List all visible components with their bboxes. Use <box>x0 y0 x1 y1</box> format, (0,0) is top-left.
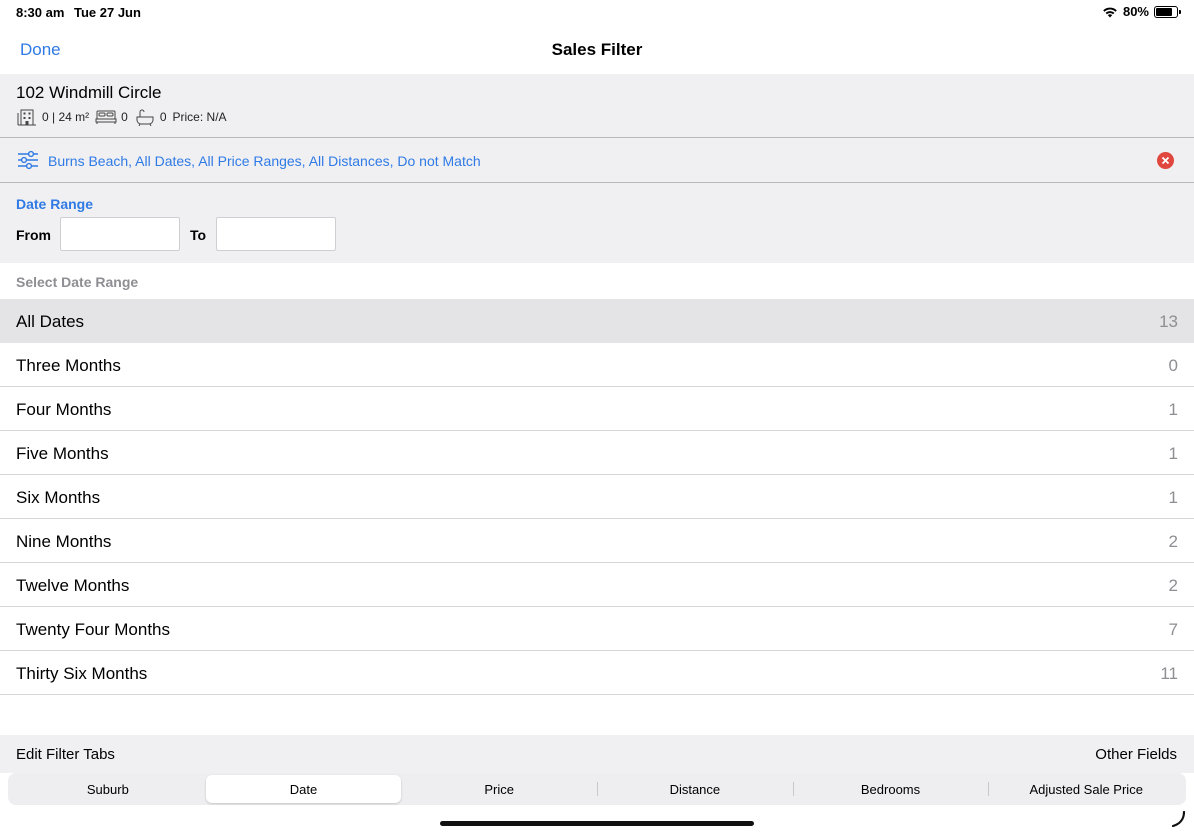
list-item[interactable]: Five Months 1 <box>0 431 1194 475</box>
range-label: Nine Months <box>16 532 112 551</box>
to-date-input[interactable] <box>216 217 336 251</box>
filter-summary-text: Burns Beach, All Dates, All Price Ranges… <box>48 153 481 169</box>
range-label: Six Months <box>16 488 101 507</box>
list-item[interactable]: Six Months 1 <box>0 475 1194 519</box>
property-address: 102 Windmill Circle <box>16 83 162 102</box>
edit-filter-tabs-button[interactable]: Edit Filter Tabs <box>16 746 115 763</box>
from-date-input[interactable] <box>60 217 180 251</box>
clear-filter-icon[interactable] <box>1157 152 1174 169</box>
bed-icon <box>95 110 117 124</box>
building-icon <box>17 109 36 126</box>
filter-summary[interactable]: Burns Beach, All Dates, All Price Ranges… <box>0 138 1194 183</box>
other-fields-button[interactable]: Other Fields <box>1095 746 1177 763</box>
nav-bar: Done Sales Filter <box>0 24 1194 74</box>
list-item[interactable]: Thirty Six Months 11 <box>0 651 1194 695</box>
page-title: Sales Filter <box>551 40 643 59</box>
to-label: To <box>190 227 207 243</box>
building-info: 0 | 24 m² <box>42 110 90 124</box>
pencil-tip-icon <box>1172 811 1186 827</box>
range-count: 1 <box>1168 400 1178 419</box>
tab-bedrooms[interactable]: Bedrooms <box>792 775 989 803</box>
range-label: Three Months <box>16 356 121 375</box>
range-count: 1 <box>1168 444 1178 463</box>
tab-adjusted-sale-price[interactable]: Adjusted Sale Price <box>988 775 1184 803</box>
tab-distance[interactable]: Distance <box>597 775 793 803</box>
select-date-range-label: Select Date Range <box>16 274 139 290</box>
range-label: Thirty Six Months <box>16 664 148 683</box>
bath-icon <box>136 109 154 126</box>
battery-fill <box>1156 7 1172 16</box>
tab-price[interactable]: Price <box>401 775 597 803</box>
list-item[interactable]: Four Months 1 <box>0 387 1194 431</box>
battery-percent: 80% <box>1122 4 1149 19</box>
bath-count: 0 <box>159 110 167 124</box>
battery-icon <box>1154 5 1181 18</box>
range-label: Four Months <box>16 400 112 419</box>
range-count: 2 <box>1168 576 1178 595</box>
list-item[interactable]: Nine Months 2 <box>0 519 1194 563</box>
select-date-range-header: Select Date Range <box>0 263 1194 299</box>
status-time: 8:30 am <box>16 5 65 20</box>
range-label: Twelve Months <box>16 576 130 595</box>
range-label: Five Months <box>16 444 109 463</box>
wifi-icon <box>1103 7 1117 17</box>
range-count: 13 <box>1159 312 1178 331</box>
range-label: Twenty Four Months <box>16 620 171 639</box>
sliders-icon <box>18 150 38 170</box>
range-count: 11 <box>1160 664 1178 683</box>
list-item[interactable]: Three Months 0 <box>0 343 1194 387</box>
list-item[interactable]: Twenty Four Months 7 <box>0 607 1194 651</box>
list-item[interactable]: All Dates 13 <box>0 299 1194 343</box>
status-indicators: 80% <box>1102 4 1181 19</box>
date-range-list: All Dates 13 Three Months 0 Four Months 1 Five… <box>0 299 1194 695</box>
from-label: From <box>16 227 51 243</box>
status-date: Tue 27 Jun <box>74 5 141 20</box>
battery-cap <box>1179 9 1181 14</box>
list-item[interactable]: Twelve Months 2 <box>0 563 1194 607</box>
footer-bar: Edit Filter Tabs Other Fields <box>0 735 1194 773</box>
status-bar: 8:30 am Tue 27 Jun 80% <box>0 0 1194 24</box>
home-indicator <box>440 821 754 826</box>
range-label: All Dates <box>16 312 85 331</box>
date-range-title: Date Range <box>16 196 94 212</box>
property-meta: 0 | 24 m² 0 0 Price: N/A <box>16 108 233 126</box>
range-count: 7 <box>1168 620 1178 639</box>
range-count: 2 <box>1168 532 1178 551</box>
date-range-section: Date Range From To <box>0 183 1194 263</box>
range-count: 1 <box>1168 488 1178 507</box>
tab-suburb[interactable]: Suburb <box>10 775 206 803</box>
property-price: Price: N/A <box>172 110 227 124</box>
bed-count: 0 <box>121 110 128 124</box>
range-count: 0 <box>1168 356 1178 375</box>
tab-date[interactable]: Date <box>205 775 402 803</box>
filter-tabs: Suburb Date Price Distance Bedrooms Adjusted … <box>8 773 1186 805</box>
property-header: 102 Windmill Circle 0 | 24 m² 0 0 Price:… <box>0 74 1194 138</box>
